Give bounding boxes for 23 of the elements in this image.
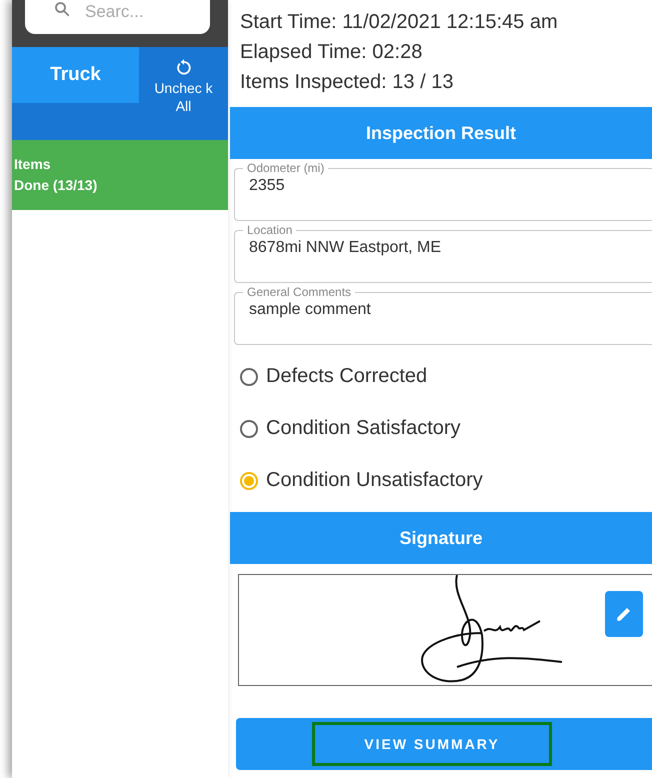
field-label: Location xyxy=(246,223,294,237)
field-label: Odometer (mi) xyxy=(246,161,326,175)
info-text: Elapsed Time: 02:28 xyxy=(240,40,424,65)
radio-button[interactable] xyxy=(240,420,258,438)
search-icon xyxy=(53,0,71,18)
info-text: Items Inspected: 13 / 13 xyxy=(240,70,454,95)
item-status: Done (13/13) xyxy=(14,177,98,193)
item-title: Items xyxy=(14,156,52,172)
radio-label: Condition Unsatisfactory xyxy=(266,469,483,492)
edit-button[interactable] xyxy=(605,591,643,637)
radio-label: Condition Satisfactory xyxy=(266,417,461,440)
pencil-icon xyxy=(615,605,633,623)
section-header: Inspection Result xyxy=(230,107,652,159)
info-text: Start Time: 11/02/2021 12:15:45 am xyxy=(240,10,559,35)
radio-button[interactable] xyxy=(240,472,258,490)
radio-option[interactable]: Condition Satisfactory xyxy=(240,417,652,440)
field-label: General Comments xyxy=(246,285,352,299)
radio-button[interactable] xyxy=(240,368,258,386)
radio-option[interactable]: Defects Corrected xyxy=(240,365,652,388)
radio-label: Defects Corrected xyxy=(266,365,428,388)
signature-pad[interactable] xyxy=(238,574,652,686)
radio-option[interactable]: Condition Unsatisfactory xyxy=(240,469,652,492)
section-header: Signature xyxy=(230,512,652,564)
